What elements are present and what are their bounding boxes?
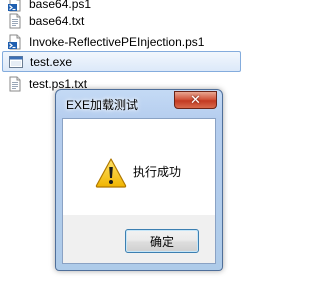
file-item-label: test.exe: [30, 54, 73, 69]
close-icon: ✕: [190, 92, 201, 108]
ok-button[interactable]: 确定: [125, 229, 199, 253]
file-item-label: base64.ps1: [29, 0, 92, 11]
text-document-icon: [9, 13, 21, 28]
powershell-script-icon: [8, 34, 21, 49]
message-text: 执行成功: [133, 165, 182, 179]
text-document-icon: [9, 76, 21, 91]
file-item-label: Invoke-ReflectivePEInjection.ps1: [29, 34, 205, 49]
file-item-base64-txt[interactable]: base64.txt: [2, 10, 241, 31]
file-item-invoke-reflectivepeinjection-ps1[interactable]: Invoke-ReflectivePEInjection.ps1: [2, 31, 241, 52]
file-item-label: base64.txt: [29, 13, 85, 28]
dialog-body: 执行成功 确定: [62, 118, 216, 264]
warning-icon: [95, 158, 127, 188]
message-area: 执行成功: [63, 119, 215, 215]
application-icon: [9, 55, 23, 68]
file-item-test-exe[interactable]: test.exe: [2, 51, 241, 72]
message-dialog: EXE加载测试 ✕ 执行成功 确定: [55, 89, 223, 271]
dialog-title: EXE加载测试: [66, 98, 139, 112]
close-button[interactable]: ✕: [174, 91, 217, 109]
dialog-titlebar[interactable]: EXE加载测试 ✕: [56, 90, 222, 116]
